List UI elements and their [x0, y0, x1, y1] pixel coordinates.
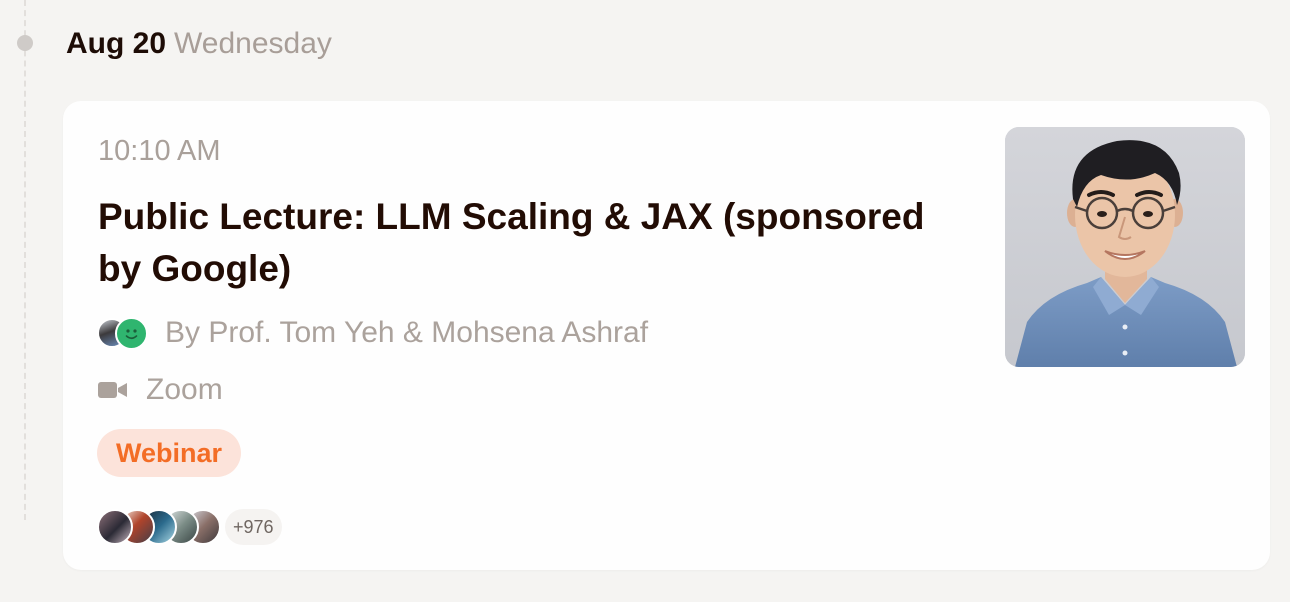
event-location: Zoom — [98, 371, 223, 409]
event-list-page: Aug 20 Wednesday 10:10 AM Public Lecture:… — [0, 0, 1290, 602]
attendee-count: +976 — [225, 509, 282, 545]
speaker-portrait — [1005, 127, 1245, 367]
event-time: 10:10 AM — [98, 135, 221, 167]
timeline-dot — [17, 35, 33, 51]
timeline-line — [24, 0, 26, 520]
video-camera-icon — [98, 382, 127, 398]
event-card[interactable]: 10:10 AM Public Lecture: LLM Scaling & J… — [63, 101, 1270, 570]
host-avatar — [115, 317, 148, 350]
event-title[interactable]: Public Lecture: LLM Scaling & JAX (spons… — [98, 191, 958, 295]
location-label: Zoom — [146, 373, 223, 406]
host-avatars — [97, 316, 153, 350]
event-type-tag: Webinar — [97, 429, 242, 477]
weekday-label: Wednesday — [174, 27, 332, 60]
attendee-avatar — [97, 509, 133, 545]
hosts-label: By Prof. Tom Yeh & Mohsena Ashraf — [165, 316, 649, 349]
event-cover-image — [1005, 127, 1245, 367]
date-label: Aug 20 — [66, 27, 167, 60]
attendee-avatars: +976 — [97, 508, 282, 546]
event-hosts: By Prof. Tom Yeh & Mohsena Ashraf — [97, 315, 648, 351]
date-heading: Aug 20 Wednesday — [66, 26, 332, 62]
smiley-icon — [125, 329, 138, 340]
